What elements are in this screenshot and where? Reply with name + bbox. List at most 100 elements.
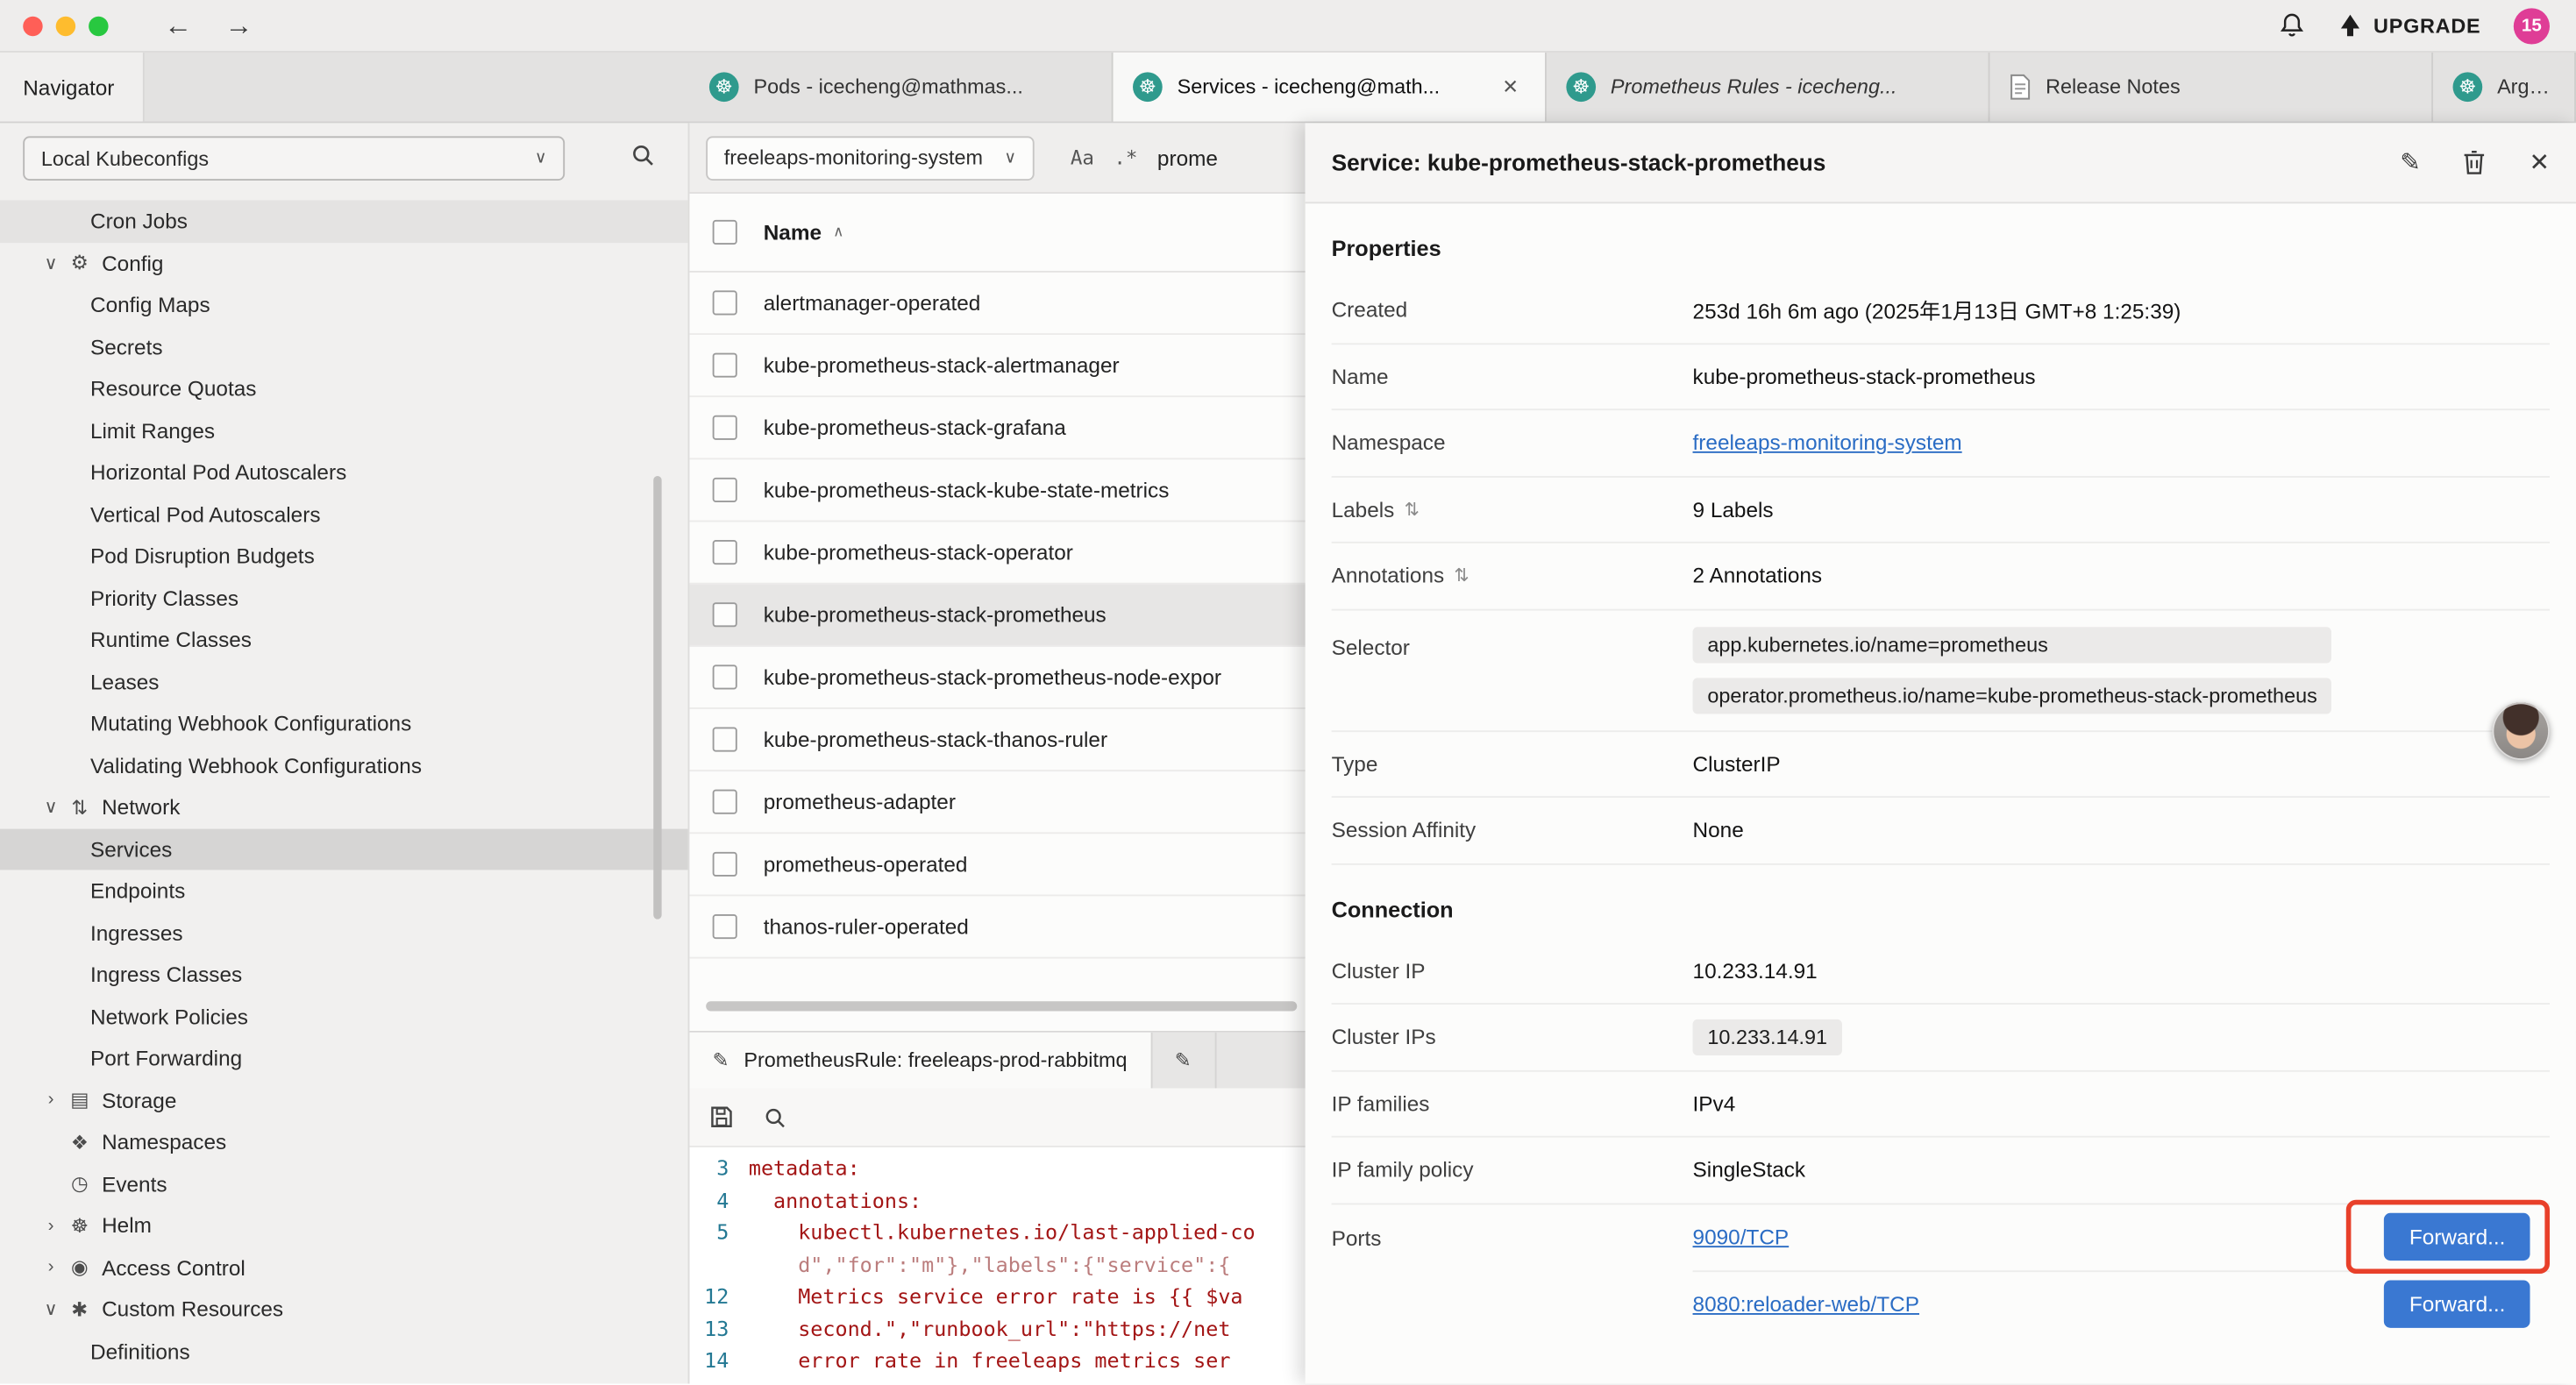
row-checkbox[interactable] xyxy=(713,416,737,440)
service-name: kube-prometheus-stack-grafana xyxy=(764,416,1066,440)
tab-pods[interactable]: ☸ Pods - icecheng@mathmas... xyxy=(689,53,1113,122)
sidebar-item-leases[interactable]: Leases xyxy=(0,661,688,703)
search-input[interactable] xyxy=(1157,146,1306,170)
upgrade-button[interactable]: UPGRADE xyxy=(2338,13,2480,38)
chevron-down-icon: ∨ xyxy=(1004,148,1016,167)
sort-updown-icon[interactable]: ⇅ xyxy=(1405,499,1420,520)
row-value: IPv4 xyxy=(1693,1091,1736,1116)
close-icon[interactable]: ✕ xyxy=(2529,148,2550,178)
sidebar-item-config[interactable]: ∨⚙Config xyxy=(0,242,688,284)
sidebar-item-network-policies[interactable]: Network Policies xyxy=(0,996,688,1038)
sidebar-item-port-forwarding[interactable]: Port Forwarding xyxy=(0,1037,688,1079)
sidebar-item-runtime-classes[interactable]: Runtime Classes xyxy=(0,619,688,661)
name-column-header[interactable]: Name xyxy=(764,220,822,245)
row-checkbox[interactable] xyxy=(713,664,737,689)
main-area: Local Kubeconfigs ∨ Cron Jobs ∨⚙Config C… xyxy=(0,123,2576,1383)
sidebar-item-ingress-classes[interactable]: Ingress Classes xyxy=(0,954,688,996)
chevron-right-icon[interactable]: › xyxy=(39,1090,62,1110)
row-checkbox[interactable] xyxy=(713,728,737,752)
edit-icon[interactable]: ✎ xyxy=(2400,148,2421,178)
details-body: Properties Created 253d 16h 6m ago (2025… xyxy=(1306,203,2576,1383)
edit-icon: ✎ xyxy=(713,1049,729,1072)
sidebar-item-network[interactable]: ∨⇅Network xyxy=(0,786,688,828)
sidebar-item-services[interactable]: Services xyxy=(0,828,688,870)
sidebar-item-access-control[interactable]: ›◉Access Control xyxy=(0,1246,688,1289)
sidebar-item-helm[interactable]: ›☸Helm xyxy=(0,1204,688,1246)
table-scrollbar[interactable] xyxy=(706,1001,1297,1011)
sidebar-scrollbar[interactable] xyxy=(653,476,661,920)
sidebar-item-config-maps[interactable]: Config Maps xyxy=(0,284,688,326)
forward-button[interactable]: Forward... xyxy=(2385,1213,2530,1261)
sidebar-item-secrets[interactable]: Secrets xyxy=(0,326,688,368)
tab-argo[interactable]: ☸ Argo S xyxy=(2433,53,2576,122)
row-checkbox[interactable] xyxy=(713,290,737,315)
sidebar-item-label: Vertical Pod Autoscalers xyxy=(90,502,321,527)
search-icon[interactable] xyxy=(630,142,655,174)
sidebar-item-label: Resource Quotas xyxy=(90,376,256,401)
close-window-button[interactable] xyxy=(23,16,42,35)
port-link[interactable]: 9090/TCP xyxy=(1693,1225,1790,1249)
sidebar-item-endpoints[interactable]: Endpoints xyxy=(0,870,688,912)
forward-icon[interactable]: → xyxy=(225,11,253,39)
row-checkbox[interactable] xyxy=(713,852,737,877)
chevron-down-icon[interactable]: ∨ xyxy=(39,797,62,818)
sidebar-item-vertical-pod-autoscalers[interactable]: Vertical Pod Autoscalers xyxy=(0,494,688,536)
sidebar-item-label: Config Maps xyxy=(90,293,210,317)
row-label: Created xyxy=(1332,297,1693,322)
tab-release-notes[interactable]: Release Notes xyxy=(1989,53,2433,122)
minimize-window-button[interactable] xyxy=(56,16,75,35)
sidebar-item-limit-ranges[interactable]: Limit Ranges xyxy=(0,409,688,451)
sidebar-item-horizontal-pod-autoscalers[interactable]: Horizontal Pod Autoscalers xyxy=(0,451,688,494)
avatar[interactable] xyxy=(2492,702,2550,760)
sidebar-item-label: Priority Classes xyxy=(90,586,238,610)
chevron-right-icon[interactable]: › xyxy=(39,1258,62,1277)
sidebar-item-priority-classes[interactable]: Priority Classes xyxy=(0,577,688,619)
row-checkbox[interactable] xyxy=(713,478,737,502)
notification-count-badge[interactable]: 15 xyxy=(2514,7,2550,43)
tab-services[interactable]: ☸ Services - icecheng@math... ✕ xyxy=(1114,53,1547,122)
chevron-down-icon[interactable]: ∨ xyxy=(39,252,62,273)
sidebar-item-definitions[interactable]: Definitions xyxy=(0,1331,688,1373)
match-case-toggle[interactable]: Aa xyxy=(1071,146,1094,169)
row-checkbox[interactable] xyxy=(713,540,737,565)
namespace-selector[interactable]: freeleaps-monitoring-system ∨ xyxy=(706,135,1034,180)
namespace-link[interactable]: freeleaps-monitoring-system xyxy=(1693,430,1962,455)
port-link[interactable]: 8080:reloader-web/TCP xyxy=(1693,1292,1919,1317)
upgrade-icon xyxy=(2338,13,2362,38)
sidebar-item-mutating-webhook-configurations[interactable]: Mutating Webhook Configurations xyxy=(0,702,688,744)
row-checkbox[interactable] xyxy=(713,602,737,627)
row-checkbox[interactable] xyxy=(713,353,737,378)
created-row: Created 253d 16h 6m ago (2025年1月13日 GMT+… xyxy=(1332,277,2550,344)
sidebar-item-events[interactable]: ◷Events xyxy=(0,1163,688,1205)
dock-tab-prometheusrule[interactable]: ✎ PrometheusRule: freeleaps-prod-rabbitm… xyxy=(689,1033,1151,1089)
delete-icon[interactable] xyxy=(2464,149,2487,175)
select-all-checkbox[interactable] xyxy=(713,220,737,245)
sidebar-item-custom-resources[interactable]: ∨✱Custom Resources xyxy=(0,1289,688,1331)
chevron-down-icon[interactable]: ∨ xyxy=(39,1299,62,1320)
dock-tab-next[interactable]: ✎ xyxy=(1152,1033,1216,1089)
row-checkbox[interactable] xyxy=(713,790,737,814)
notifications-bell-icon[interactable] xyxy=(2278,11,2304,39)
zoom-window-button[interactable] xyxy=(89,16,108,35)
sidebar-item-ingresses[interactable]: Ingresses xyxy=(0,912,688,954)
dock-tab-title: PrometheusRule: freeleaps-prod-rabbitmq xyxy=(744,1049,1127,1072)
chevron-right-icon[interactable]: › xyxy=(39,1216,62,1235)
regex-toggle[interactable]: .* xyxy=(1114,146,1137,169)
selector-badges: app.kubernetes.io/name=prometheus operat… xyxy=(1693,626,2332,713)
sidebar-item-validating-webhook-configurations[interactable]: Validating Webhook Configurations xyxy=(0,744,688,786)
back-icon[interactable]: ← xyxy=(164,11,192,39)
sidebar-item-storage[interactable]: ›▤Storage xyxy=(0,1079,688,1121)
tab-prometheus-rules[interactable]: ☸ Prometheus Rules - icecheng... xyxy=(1547,53,1990,122)
save-icon[interactable] xyxy=(709,1104,734,1129)
forward-button[interactable]: Forward... xyxy=(2385,1281,2530,1328)
row-value: SingleStack xyxy=(1693,1158,1806,1183)
sidebar-item-namespaces[interactable]: ❖Namespaces xyxy=(0,1121,688,1163)
editor-search-icon[interactable] xyxy=(764,1105,786,1128)
sort-updown-icon[interactable]: ⇅ xyxy=(1454,565,1469,586)
sidebar-item-pod-disruption-budgets[interactable]: Pod Disruption Budgets xyxy=(0,535,688,577)
sidebar-item-cron-jobs[interactable]: Cron Jobs xyxy=(0,200,688,242)
kubeconfig-selector[interactable]: Local Kubeconfigs ∨ xyxy=(23,136,565,181)
close-tab-icon[interactable]: ✕ xyxy=(1496,72,1526,102)
sidebar-item-resource-quotas[interactable]: Resource Quotas xyxy=(0,367,688,409)
row-checkbox[interactable] xyxy=(713,914,737,939)
